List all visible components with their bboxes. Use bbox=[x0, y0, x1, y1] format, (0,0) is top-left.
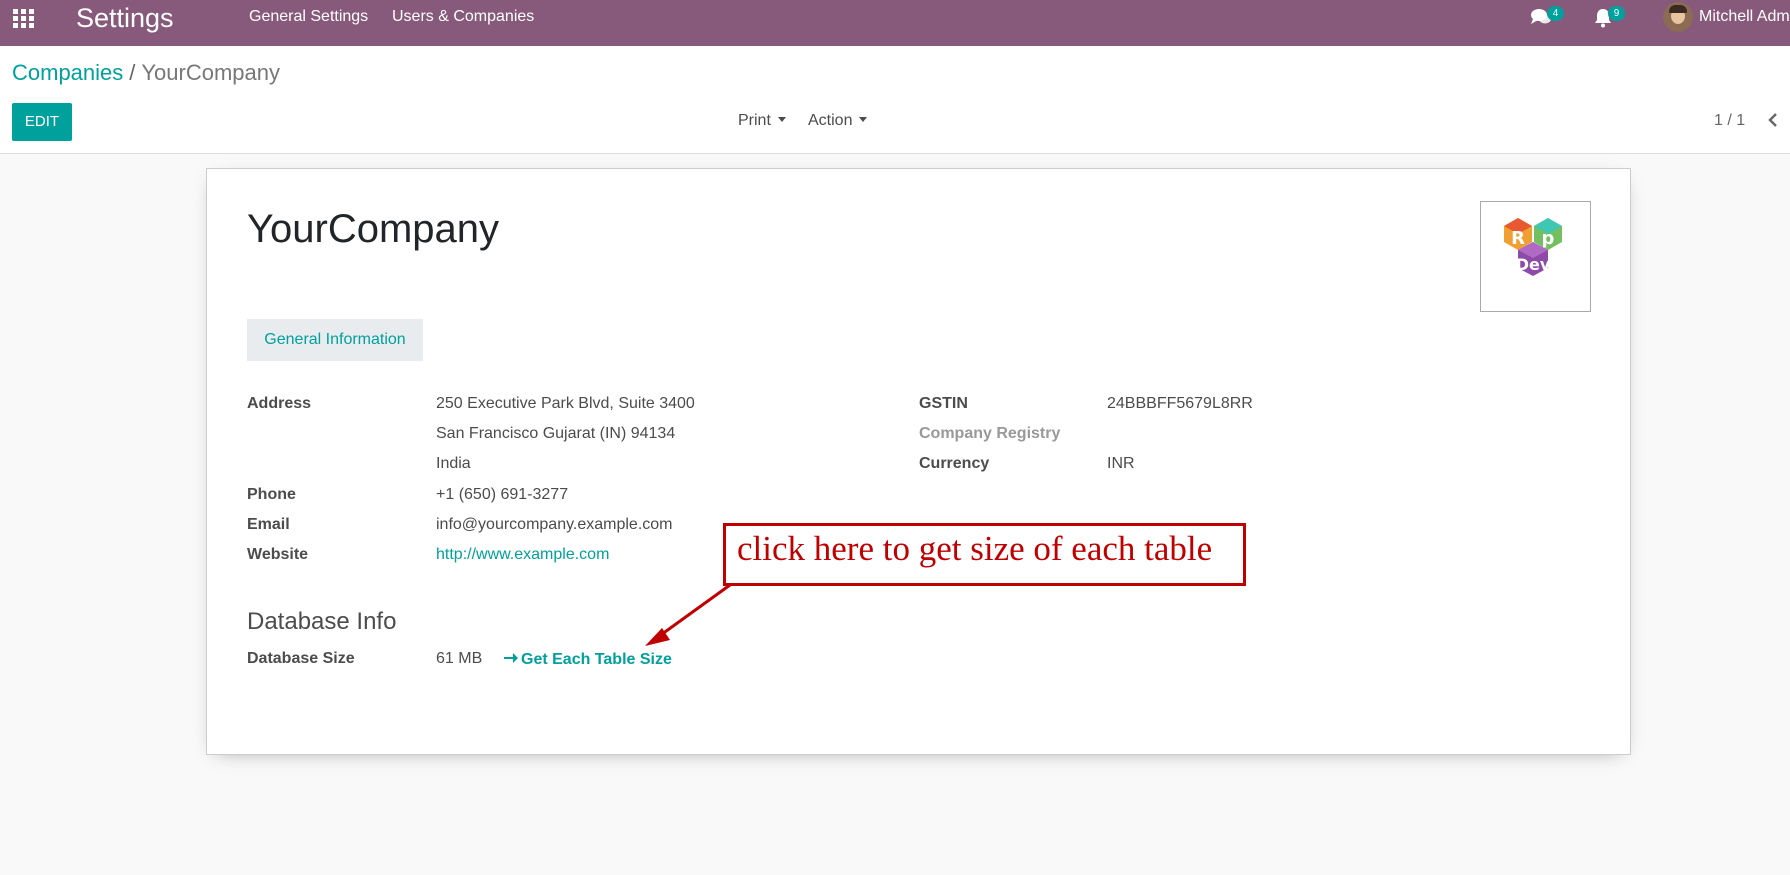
database-info-title: Database Info bbox=[247, 608, 397, 635]
svg-text:p: p bbox=[1542, 228, 1555, 249]
email-label: Email bbox=[247, 516, 290, 533]
user-menu[interactable]: Mitchell Adm bbox=[1699, 0, 1790, 36]
messages-button[interactable]: 4 bbox=[1530, 6, 1570, 30]
get-each-table-size-button[interactable]: Get Each Table Size bbox=[504, 651, 672, 669]
notifications-button[interactable]: 9 bbox=[1593, 6, 1633, 30]
tab-general-information[interactable]: General Information bbox=[247, 319, 423, 361]
breadcrumb-companies-link[interactable]: Companies bbox=[12, 60, 123, 85]
annotation-callout: click here to get size of each table bbox=[723, 523, 1246, 586]
rp-dev-logo-icon: R p Dev bbox=[1504, 218, 1562, 276]
currency-value: INR bbox=[1107, 455, 1135, 472]
action-label: Action bbox=[808, 112, 853, 129]
company-registry-label: Company Registry bbox=[919, 425, 1061, 442]
apps-menu-icon[interactable] bbox=[13, 9, 35, 31]
user-avatar[interactable] bbox=[1663, 2, 1693, 32]
address-line-2: San Francisco Gujarat (IN) 94134 bbox=[436, 425, 676, 442]
action-dropdown[interactable]: Action bbox=[808, 112, 868, 130]
print-label: Print bbox=[738, 112, 771, 129]
address-line-1: 250 Executive Park Blvd, Suite 3400 bbox=[436, 395, 695, 412]
company-name: YourCompany bbox=[247, 207, 500, 251]
gstin-value: 24BBBFF5679L8RR bbox=[1107, 395, 1253, 412]
breadcrumb-current: YourCompany bbox=[141, 60, 281, 85]
control-panel: Companies / YourCompany EDIT Print Action … bbox=[0, 46, 1790, 154]
notifications-badge: 9 bbox=[1608, 6, 1625, 21]
edit-button[interactable]: EDIT bbox=[12, 103, 72, 141]
svg-text:R: R bbox=[1511, 228, 1525, 249]
database-size-value: 61 MB bbox=[436, 650, 483, 667]
company-logo[interactable]: R p Dev bbox=[1480, 201, 1591, 312]
website-label: Website bbox=[247, 546, 309, 563]
pager-previous-button[interactable] bbox=[1765, 110, 1781, 130]
form-sheet: YourCompany R p Dev General Information … bbox=[206, 168, 1631, 755]
website-link[interactable]: http://www.example.com bbox=[436, 546, 609, 564]
gstin-label: GSTIN bbox=[919, 395, 968, 412]
menu-users-companies[interactable]: Users & Companies bbox=[392, 0, 534, 36]
caret-down-icon bbox=[777, 117, 786, 122]
breadcrumb-separator: / bbox=[129, 60, 136, 85]
annotation-text: click here to get size of each table bbox=[737, 529, 1213, 568]
phone-value: +1 (650) 691-3277 bbox=[436, 486, 569, 503]
address-line-3: India bbox=[436, 455, 471, 472]
arrow-right-icon bbox=[504, 653, 518, 663]
app-title[interactable]: Settings bbox=[76, 0, 174, 46]
database-size-label: Database Size bbox=[247, 650, 355, 667]
address-label: Address bbox=[247, 395, 312, 412]
menu-general-settings[interactable]: General Settings bbox=[249, 0, 368, 36]
breadcrumb: Companies / YourCompany bbox=[12, 60, 280, 86]
svg-text:Dev: Dev bbox=[1516, 255, 1551, 274]
get-each-table-size-label: Get Each Table Size bbox=[521, 651, 672, 668]
messages-badge: 4 bbox=[1547, 6, 1564, 21]
pager-value[interactable]: 1 / 1 bbox=[1714, 112, 1745, 130]
caret-down-icon bbox=[859, 117, 868, 122]
email-value: info@yourcompany.example.com bbox=[436, 516, 673, 533]
top-navbar: Settings General Settings Users & Compan… bbox=[0, 0, 1790, 46]
phone-label: Phone bbox=[247, 486, 296, 503]
currency-label: Currency bbox=[919, 455, 990, 472]
print-dropdown[interactable]: Print bbox=[738, 112, 786, 130]
chevron-left-icon bbox=[1768, 113, 1777, 127]
